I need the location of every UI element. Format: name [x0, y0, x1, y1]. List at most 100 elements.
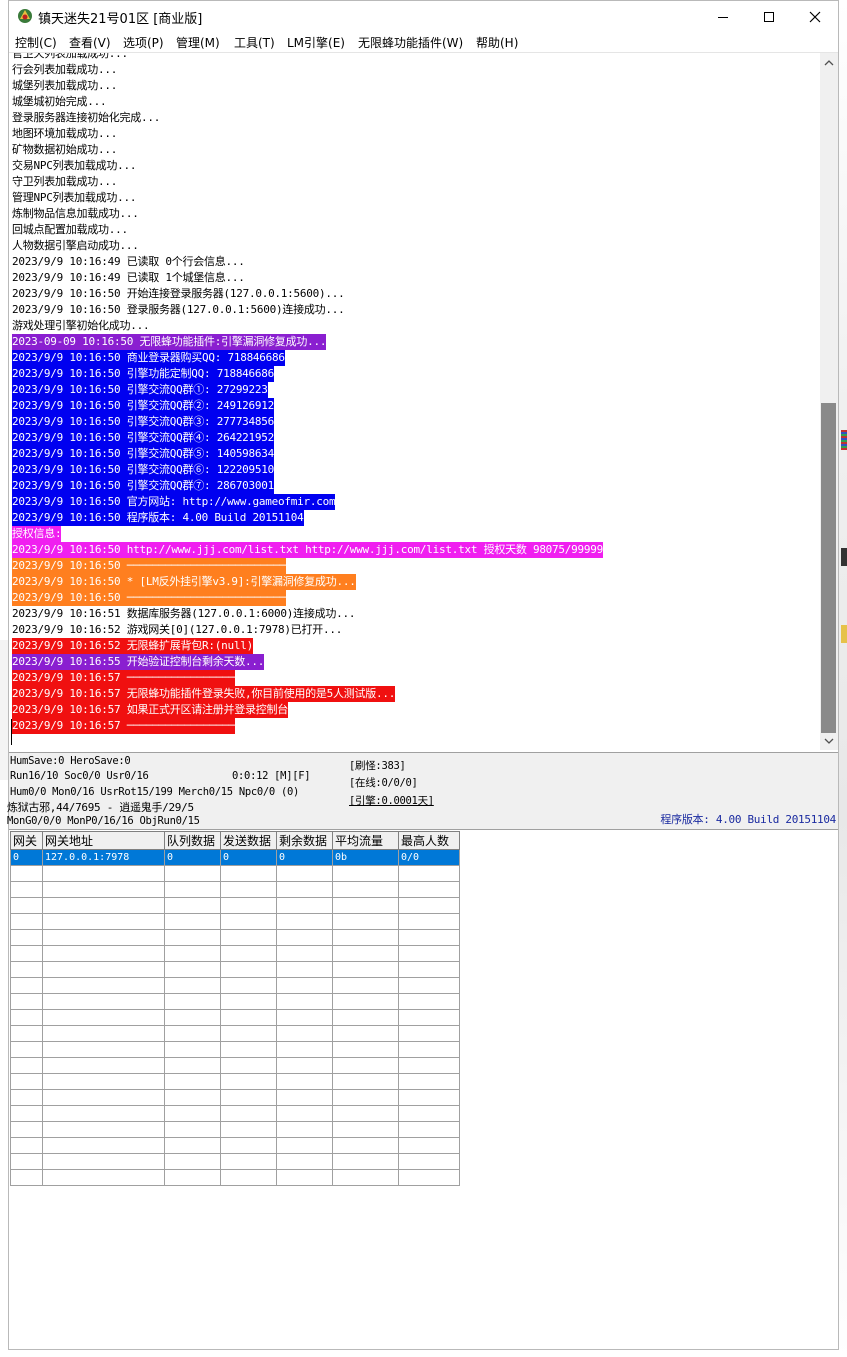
grid-row[interactable] [10, 913, 460, 930]
grid-cell [10, 961, 43, 978]
grid-cell [398, 897, 460, 914]
log-memo[interactable]: 官卫天列表加载成功... 行会列表加载成功... 城堡列表加载成功... 城堡城初始完… [10, 53, 822, 750]
grid-cell [220, 1137, 277, 1154]
grid-row[interactable] [10, 1025, 460, 1042]
menu-manage[interactable]: 管理(M) [176, 34, 220, 51]
grid-cell [164, 1009, 221, 1026]
grid-row[interactable] [10, 961, 460, 978]
gateway-grid[interactable]: 网关 网关地址 队列数据 发送数据 剩余数据 平均流量 最高人数 0 127.0.0.1:79… [10, 831, 460, 1186]
grid-row[interactable] [10, 945, 460, 962]
menu-help[interactable]: 帮助(H) [476, 34, 518, 51]
log-scrollbar[interactable] [820, 53, 838, 750]
grid-column-header[interactable]: 最高人数 [398, 831, 460, 850]
text-caret [11, 719, 12, 745]
grid-cell [220, 1105, 277, 1122]
grid-column-header[interactable]: 队列数据 [164, 831, 221, 850]
grid-cell [398, 1153, 460, 1170]
grid-cell [276, 1137, 333, 1154]
log-line: 2023/9/9 10:16:52 游戏网关[0](127.0.0.1:7978… [12, 623, 343, 636]
grid-column-header[interactable]: 平均流量 [332, 831, 399, 850]
scroll-down-button[interactable] [820, 733, 838, 749]
grid-cell [398, 1137, 460, 1154]
scroll-thumb[interactable] [821, 403, 836, 733]
menu-options[interactable]: 选项(P) [123, 34, 164, 51]
menu-wuxianfeng-plugin[interactable]: 无限蜂功能插件(W) [358, 34, 463, 51]
grid-column-header[interactable]: 网关 [10, 831, 43, 850]
grid-cell [398, 1025, 460, 1042]
log-line: 2023/9/9 10:16:57 ───────────────── [12, 670, 236, 686]
grid-row[interactable] [10, 1105, 460, 1122]
grid-cell: 0 [164, 849, 221, 866]
desktop-background-right [839, 0, 847, 1357]
grid-cell: 127.0.0.1:7978 [42, 849, 165, 866]
maximize-button[interactable] [746, 1, 792, 32]
status-object-counts: Hum0/0 Mon0/16 UsrRot15/199 Merch0/15 Np… [10, 786, 300, 798]
log-line: 回城点配置加载成功... [12, 223, 128, 236]
grid-row[interactable]: 0 127.0.0.1:7978 0 0 0 0b 0/0 [10, 849, 460, 866]
log-line: 矿物数据初始成功... [12, 143, 118, 156]
grid-cell [220, 1009, 277, 1026]
grid-row[interactable] [10, 881, 460, 898]
grid-cell [220, 1025, 277, 1042]
grid-cell [276, 977, 333, 994]
grid-cell [220, 961, 277, 978]
grid-cell [332, 1137, 399, 1154]
grid-row[interactable] [10, 1137, 460, 1154]
desktop-fragment [841, 430, 847, 450]
title-bar[interactable]: 镇天迷失21号01区 [商业版] [9, 1, 838, 32]
grid-cell [332, 993, 399, 1010]
grid-row[interactable] [10, 993, 460, 1010]
log-line: 官卫天列表加载成功... [12, 53, 128, 60]
grid-column-header[interactable]: 网关地址 [42, 831, 165, 850]
grid-cell [276, 993, 333, 1010]
close-icon [809, 11, 821, 22]
menu-view[interactable]: 查看(V) [69, 34, 111, 51]
grid-cell [276, 897, 333, 914]
grid-cell [332, 1153, 399, 1170]
grid-row[interactable] [10, 1153, 460, 1170]
scroll-up-button[interactable] [820, 55, 838, 71]
grid-row[interactable] [10, 1041, 460, 1058]
minimize-button[interactable] [700, 1, 746, 32]
log-line: 2023/9/9 10:16:49 已读取 0个行会信息... [12, 255, 245, 268]
grid-row[interactable] [10, 1009, 460, 1026]
log-line: 2023/9/9 10:16:50 ──────────────────────… [12, 590, 287, 606]
grid-cell [10, 977, 43, 994]
grid-row[interactable] [10, 1089, 460, 1106]
log-line: 2023/9/9 10:16:50 官方网站: http://www.gameo… [12, 494, 336, 510]
log-line: 2023/9/9 10:16:51 数据库服务器(127.0.0.1:6000)… [12, 607, 356, 620]
grid-cell [276, 945, 333, 962]
grid-cell [220, 1153, 277, 1170]
grid-cell [220, 1121, 277, 1138]
grid-cell [10, 1121, 43, 1138]
log-line: 2023/9/9 10:16:55 开始验证控制台剩余天数... [12, 654, 265, 670]
grid-column-header[interactable]: 剩余数据 [276, 831, 333, 850]
grid-row[interactable] [10, 897, 460, 914]
grid-row[interactable] [10, 1169, 460, 1186]
menu-control[interactable]: 控制(C) [15, 34, 57, 51]
grid-cell [10, 881, 43, 898]
menu-tools[interactable]: 工具(T) [234, 34, 275, 51]
grid-row[interactable] [10, 1073, 460, 1090]
grid-cell [164, 865, 221, 882]
server-console-window: 镇天迷失21号01区 [商业版] 控制(C) 查看(V) 选项(P) 管理(M)… [7, 0, 839, 1350]
grid-row[interactable] [10, 865, 460, 882]
grid-cell [332, 1025, 399, 1042]
grid-cell: 0b [332, 849, 399, 866]
status-refresh-monsters: [刷怪:383] [349, 760, 406, 772]
grid-cell [42, 881, 165, 898]
grid-row[interactable] [10, 977, 460, 994]
grid-row[interactable] [10, 1057, 460, 1074]
menu-lm-engine[interactable]: LM引擎(E) [287, 34, 345, 51]
grid-column-header[interactable]: 发送数据 [220, 831, 277, 850]
grid-cell: 0 [220, 849, 277, 866]
grid-row[interactable] [10, 929, 460, 946]
grid-row[interactable] [10, 1121, 460, 1138]
grid-cell [398, 1041, 460, 1058]
grid-cell: 0 [276, 849, 333, 866]
log-line: 2023/9/9 10:16:50 商业登录器购买QQ: 718846686 [12, 350, 285, 366]
close-button[interactable] [792, 1, 838, 32]
grid-cell [164, 961, 221, 978]
grid-cell [42, 961, 165, 978]
status-map-info: 炼狱古邪,44/7695 - 逍遥鬼手/29/5 [7, 801, 194, 814]
